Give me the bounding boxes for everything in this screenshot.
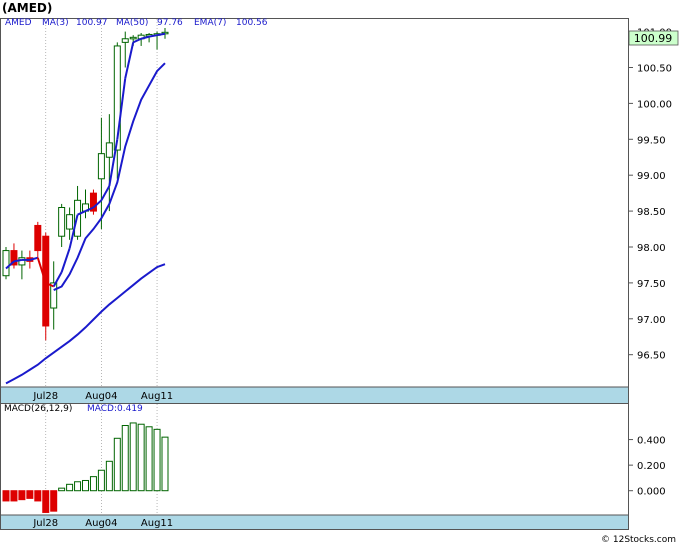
candle-body — [121, 38, 129, 43]
macd-bar — [34, 490, 42, 502]
legend-ma50-value: 97.76 — [157, 18, 183, 28]
price-y-tick-label: 98.50 — [637, 207, 666, 218]
macd-bar — [161, 436, 169, 492]
macd-bar — [58, 487, 66, 492]
macd-x-tick-label: Aug11 — [141, 518, 173, 529]
macd-bar — [97, 469, 105, 492]
macd-y-tick-label: 0.000 — [637, 487, 666, 498]
price-y-tick-label: 99.50 — [637, 135, 666, 146]
legend-ma3-value: 100.97 — [76, 18, 108, 28]
candle-body — [18, 257, 26, 266]
macd-x-tick-label: Jul28 — [32, 518, 58, 529]
macd-bar — [66, 483, 74, 492]
legend-ema7-value: 100.56 — [236, 18, 268, 28]
macd-bar — [137, 423, 145, 492]
macd-y-tick-label: 0.200 — [637, 461, 666, 472]
macd-bar — [10, 490, 18, 502]
macd-bar — [26, 490, 34, 499]
price-y-tick-label: 99.00 — [637, 171, 666, 182]
macd-bar — [18, 490, 26, 501]
candle — [42, 232, 50, 341]
price-x-tick-label: Jul28 — [32, 391, 58, 402]
candle-body — [105, 142, 113, 158]
macd-bar — [145, 426, 153, 492]
watermark: © 12Stocks.com — [601, 535, 676, 545]
price-y-axis: 101.00100.50100.0099.5099.0098.5098.0097… — [628, 28, 672, 362]
macd-x-tick-label: Aug04 — [85, 518, 117, 529]
legend-ema7-label: EMA(7) — [194, 18, 226, 28]
macd-y-axis: 0.400 0.200 0.000 — [628, 436, 666, 498]
legend-ma50-label: MA(50) — [116, 18, 148, 28]
macd-bar — [129, 422, 137, 492]
ma3-line-segment — [148, 34, 158, 38]
macd-bar — [50, 490, 58, 512]
candle-body — [34, 224, 42, 252]
candle-body — [2, 250, 10, 277]
macd-bar — [82, 479, 89, 492]
candle-body — [97, 153, 105, 180]
ma3-line-segment — [156, 32, 166, 37]
candle-body — [129, 36, 137, 40]
candle — [2, 246, 10, 280]
macd-x-axis-labels: Jul28 Aug04 Aug11 — [32, 518, 173, 529]
chart-title: (AMED) — [2, 1, 52, 15]
price-y-tick-label: 96.50 — [637, 351, 666, 362]
legend-symbol: AMED — [5, 18, 32, 28]
ma3-line-segment — [13, 258, 23, 263]
macd-y-tick-label: 0.400 — [637, 436, 666, 447]
macd-bar — [105, 460, 113, 492]
macd-bar — [42, 490, 50, 513]
macd-legend-value: MACD:0.419 — [87, 404, 143, 414]
price-y-tick-label: 98.00 — [637, 243, 666, 254]
legend-ma3-label: MA(3) — [42, 18, 69, 28]
candle-body — [50, 282, 58, 309]
chart-canvas: 101.00100.50100.0099.5099.0098.5098.0097… — [0, 1, 679, 545]
price-y-tick-label: 97.00 — [637, 315, 666, 326]
macd-bar — [153, 428, 161, 492]
candle — [89, 189, 97, 215]
price-y-tick-label: 100.50 — [637, 63, 672, 74]
macd-bar — [74, 481, 82, 492]
candle-body — [58, 207, 66, 237]
macd-bar — [2, 490, 10, 502]
macd-legend-label: MACD(26,12,9) — [4, 404, 72, 414]
price-y-tick-label: 97.50 — [637, 279, 666, 290]
stock-chart: 101.00100.50100.0099.5099.0098.5098.0097… — [0, 0, 680, 546]
price-x-axis-labels: Jul28 Aug04 Aug11 — [32, 391, 173, 402]
macd-bar — [121, 425, 129, 492]
price-y-tick-label: 100.00 — [637, 99, 672, 110]
price-x-tick-label: Aug11 — [141, 391, 173, 402]
macd-panel-frame — [0, 403, 629, 530]
candle-body — [66, 214, 74, 230]
macd-bar — [89, 476, 97, 492]
price-x-tick-label: Aug04 — [85, 391, 117, 402]
last-price-badge: 100.99 — [634, 32, 673, 45]
macd-bar — [113, 437, 121, 492]
